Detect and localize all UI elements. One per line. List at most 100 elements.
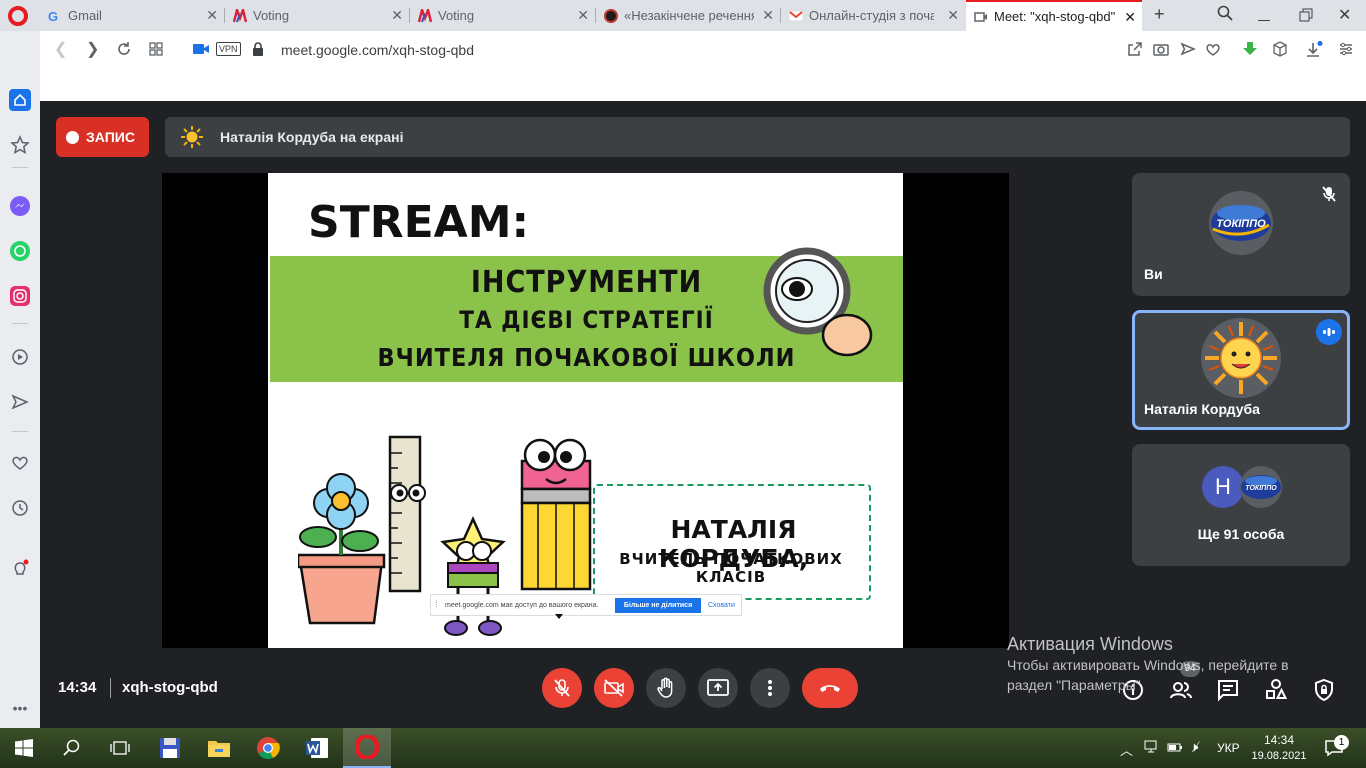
input-language[interactable]: УКР — [1217, 741, 1240, 755]
reload-icon[interactable] — [116, 41, 132, 62]
close-tab-icon[interactable]: ✕ — [947, 7, 959, 24]
opera-sidebar: ••• — [0, 31, 40, 728]
search-icon[interactable] — [48, 728, 96, 768]
tab-online-studio[interactable]: Онлайн-студія з початк ✕ — [781, 0, 965, 31]
lock-icon[interactable] — [252, 41, 264, 62]
lightbulb-icon[interactable] — [10, 559, 30, 579]
whatsapp-icon[interactable] — [10, 241, 30, 261]
participant-name: Ви — [1144, 266, 1163, 282]
camera-in-use-icon[interactable] — [192, 41, 210, 62]
system-clock[interactable]: 14:34 19.08.2021 — [1250, 732, 1308, 764]
activation-line-2: раздел "Параметры". — [1007, 677, 1145, 693]
home-icon[interactable] — [9, 89, 31, 111]
player-icon[interactable] — [10, 347, 30, 367]
speaking-indicator-icon — [1316, 319, 1342, 345]
tab-label: «Незакінчене речення» — [624, 8, 754, 23]
magnifier-eye-illustration — [763, 247, 873, 357]
shared-screen[interactable]: STREAM: ІНСТРУМЕНТИ ТА ДІЄВІ СТРАТЕГІЇ В… — [162, 173, 1009, 648]
opera-logo-icon[interactable] — [8, 6, 28, 26]
extension-download-icon[interactable] — [1241, 41, 1259, 62]
start-windows-icon[interactable] — [0, 728, 48, 768]
vpn-badge[interactable]: VPN — [216, 42, 241, 56]
easy-setup-menu-icon[interactable] — [1338, 41, 1354, 62]
tab-unfinished-sentence[interactable]: «Незакінчене речення» ✕ — [596, 0, 780, 31]
extensions-cube-icon[interactable] — [1272, 41, 1288, 62]
speed-dial-grid-icon[interactable] — [148, 41, 164, 62]
tokippo-logo-avatar: ТОКІППО — [1240, 466, 1282, 508]
hide-notice-link[interactable]: Сховати — [708, 598, 735, 613]
participant-tile-you[interactable]: ТОКІППО Ви — [1132, 173, 1350, 296]
participant-tile-others[interactable]: H ТОКІППО Ще 91 особа — [1132, 444, 1350, 566]
raise-hand-button[interactable] — [646, 668, 686, 708]
tab-voting-1[interactable]: Voting ✕ — [225, 0, 409, 31]
leave-call-button[interactable] — [802, 668, 858, 708]
voting-icon — [232, 5, 248, 23]
tab-voting-2[interactable]: Voting ✕ — [410, 0, 595, 31]
more-options-button[interactable] — [750, 668, 790, 708]
presentation-slide: STREAM: ІНСТРУМЕНТИ ТА ДІЄВІ СТРАТЕГІЇ В… — [268, 173, 903, 648]
windows-taskbar: ︿ 🕨̸ УКР 14:34 19.08.2021 1 — [0, 728, 1366, 768]
send-to-flow-icon[interactable] — [1180, 41, 1196, 62]
tab-label: Voting — [438, 8, 475, 23]
bookmarks-star-icon[interactable] — [10, 135, 30, 155]
close-tab-icon[interactable]: ✕ — [762, 7, 774, 24]
opera-taskbar-icon[interactable] — [343, 728, 391, 768]
record-label: ЗАПИС — [86, 129, 135, 145]
svg-text:G: G — [48, 9, 58, 23]
history-clock-icon[interactable] — [10, 498, 30, 518]
share-page-icon[interactable] — [1127, 41, 1143, 62]
battery-icon[interactable] — [1167, 740, 1183, 757]
recording-indicator[interactable]: ЗАПИС — [56, 117, 149, 157]
downloads-icon[interactable] — [1305, 41, 1323, 64]
activation-line-1: Чтобы активировать Windows, перейдите в — [1007, 657, 1289, 673]
search-tabs-icon[interactable] — [1217, 5, 1233, 26]
bookmark-heart-icon[interactable] — [1205, 41, 1221, 62]
stop-sharing-button[interactable]: Більше не ділитися — [615, 598, 701, 613]
close-tab-icon[interactable]: ✕ — [577, 7, 589, 24]
gmail-m-icon — [788, 9, 804, 23]
network-icon[interactable] — [1144, 740, 1160, 757]
messenger-icon[interactable] — [10, 196, 30, 216]
drag-handle-icon[interactable]: ⁞ — [435, 599, 438, 609]
address-bar: ❮ ❯ VPN meet.google.com/xqh-stog-qbd — [40, 31, 1366, 69]
show-hidden-icons-chevron[interactable]: ︿ — [1120, 740, 1133, 759]
save-floppy-app-icon[interactable] — [146, 728, 194, 768]
avatar-favicon-icon — [604, 8, 618, 23]
snapshot-camera-icon[interactable] — [1153, 41, 1169, 62]
word-icon[interactable] — [293, 728, 341, 768]
presenting-banner: Наталія Кордуба на екрані — [165, 117, 1350, 157]
close-tab-icon[interactable]: ✕ — [206, 7, 218, 24]
sidebar-more-icon[interactable]: ••• — [10, 698, 30, 718]
browser-tab-strip: G Gmail ✕ Voting ✕ Voting ✕ «Незакінчене… — [0, 0, 1366, 31]
mic-off-button[interactable] — [542, 668, 582, 708]
task-view-icon[interactable] — [96, 728, 144, 768]
tab-meet[interactable]: Meet: "xqh-stog-qbd" ✕ — [966, 0, 1142, 31]
host-controls-shield-icon[interactable] — [1312, 678, 1336, 702]
windows-activation-watermark: Активация Windows Чтобы активировать Win… — [1007, 633, 1289, 695]
close-tab-icon[interactable]: ✕ — [1124, 9, 1136, 26]
close-tab-icon[interactable]: ✕ — [391, 7, 403, 24]
close-window-icon[interactable]: ✕ — [1338, 5, 1351, 25]
back-icon[interactable]: ❮ — [54, 41, 67, 59]
file-explorer-icon[interactable] — [195, 728, 243, 768]
chrome-icon[interactable] — [244, 728, 292, 768]
participant-tile-speaker[interactable]: Наталія Кордуба — [1132, 310, 1350, 430]
restore-icon[interactable] — [1299, 8, 1313, 27]
my-flow-send-icon[interactable] — [10, 392, 30, 412]
svg-text:ТОКІППО: ТОКІППО — [1245, 485, 1277, 492]
minimize-icon[interactable] — [1258, 20, 1270, 21]
instagram-icon[interactable] — [10, 286, 30, 306]
present-screen-button[interactable] — [698, 668, 738, 708]
sun-avatar-icon — [181, 126, 203, 151]
volume-muted-icon[interactable]: 🕨̸ — [1190, 739, 1198, 755]
forward-icon[interactable]: ❯ — [86, 41, 99, 59]
heart-icon[interactable] — [10, 453, 30, 473]
camera-off-button[interactable] — [594, 668, 634, 708]
others-initial-avatar: H — [1202, 466, 1244, 508]
slide-cursor-marker — [555, 614, 563, 619]
url-field[interactable]: meet.google.com/xqh-stog-qbd — [281, 42, 474, 58]
new-tab-icon[interactable]: + — [1154, 4, 1165, 25]
sun-avatar — [1201, 318, 1281, 398]
tab-gmail[interactable]: G Gmail ✕ — [40, 0, 224, 31]
record-dot-icon — [66, 130, 79, 144]
